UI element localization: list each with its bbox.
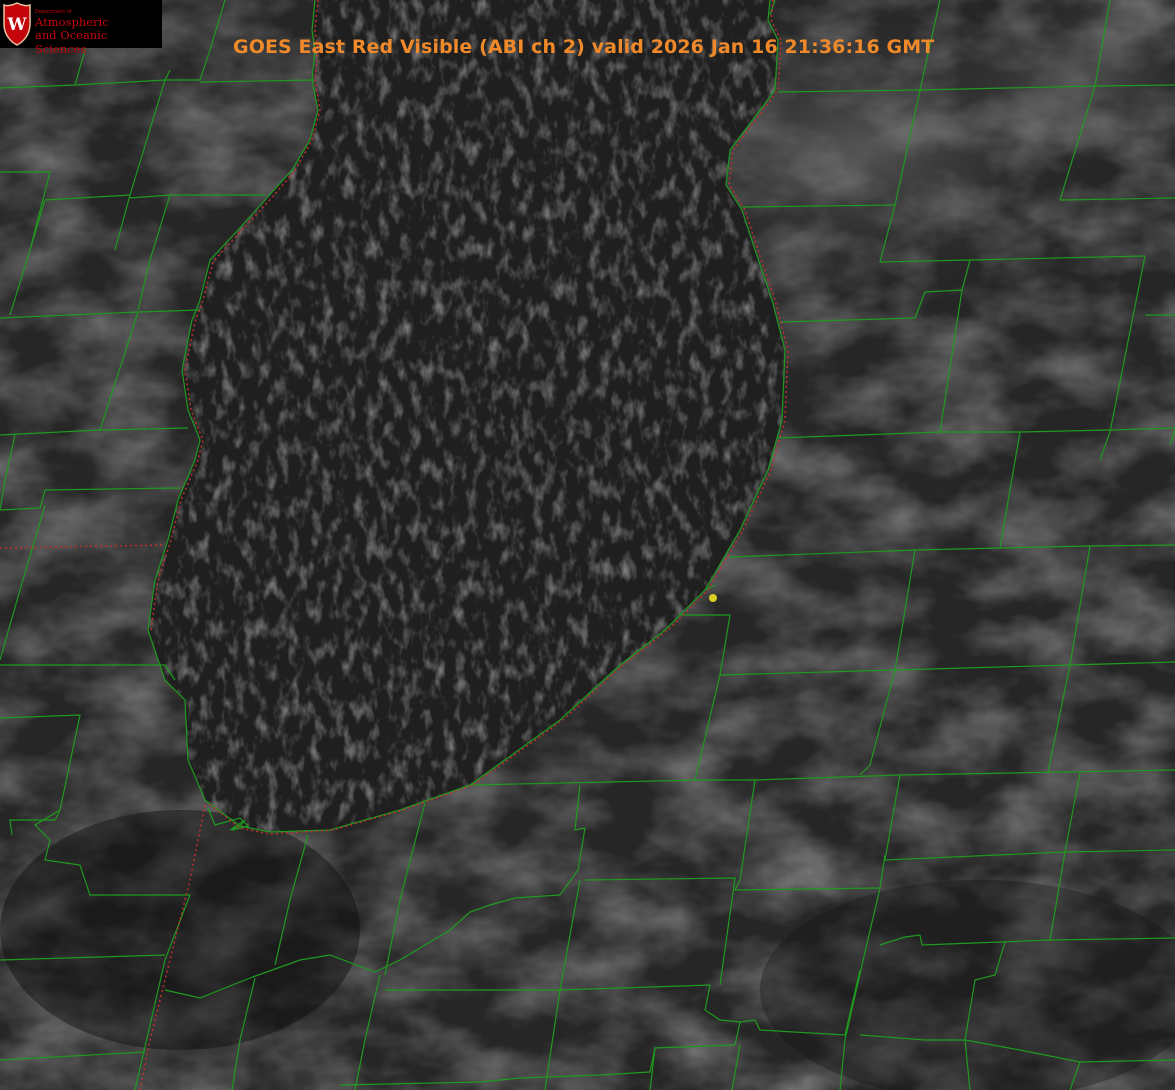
- crest-letter: W: [6, 15, 27, 35]
- uw-crest-icon: W: [3, 2, 31, 46]
- image-title: GOES East Red Visible (ABI ch 2) valid 2…: [233, 36, 935, 58]
- location-marker: [709, 594, 717, 602]
- logo-line1: Atmospheric: [35, 15, 109, 29]
- satellite-map: [0, 0, 1175, 1090]
- logo-line2: and Oceanic Sciences: [35, 28, 108, 56]
- uw-aos-logo: W Department of Atmospheric and Oceanic …: [0, 0, 162, 56]
